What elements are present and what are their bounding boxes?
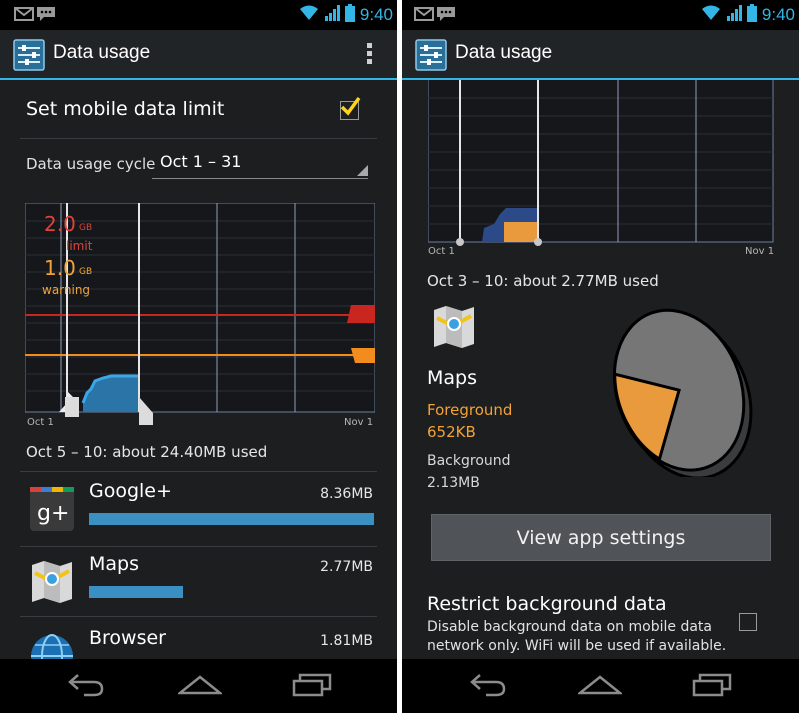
foreground-value: 652KB <box>427 423 476 441</box>
limit-handle[interactable] <box>347 305 375 323</box>
left-content: Set mobile data limit Data usage cycle O… <box>0 80 397 659</box>
range-start-handle[interactable] <box>456 238 464 246</box>
signal-icon <box>726 5 742 25</box>
status-bar: 9:40 <box>0 0 397 30</box>
app-row-browser[interactable]: Browser 1.81MB <box>0 621 397 659</box>
chart-x-end: Nov 1 <box>344 417 374 428</box>
checkmark-icon <box>340 96 361 116</box>
recent-apps-button-icon[interactable] <box>692 671 734 697</box>
browser-globe-icon <box>31 634 73 659</box>
app-row-google-plus[interactable]: g+ Google+ 8.36MB <box>0 474 397 546</box>
usage-chart[interactable] <box>428 80 774 265</box>
wifi-icon <box>299 5 319 25</box>
gmail-icon <box>14 6 34 26</box>
gmail-icon <box>414 6 434 26</box>
left-screen: 9:40 Data usage Set mobile data limit Da… <box>0 0 397 713</box>
restrict-background-title: Restrict background data <box>427 593 667 615</box>
battery-icon <box>746 4 757 26</box>
status-icons: 9:40 <box>701 4 795 26</box>
page-title: Data usage <box>455 42 553 63</box>
app-size: 8.36MB <box>320 486 373 502</box>
app-name: Browser <box>89 627 166 649</box>
navigation-bar <box>402 659 799 713</box>
foreground-usage-area <box>504 222 538 242</box>
chart-x-start: Oct 1 <box>428 246 455 257</box>
limit-label: limit <box>66 239 93 253</box>
background-value: 2.13MB <box>427 475 480 491</box>
battery-icon <box>344 4 355 26</box>
warning-handle[interactable] <box>351 348 375 363</box>
overflow-menu-icon[interactable] <box>367 43 373 67</box>
wifi-icon <box>701 5 721 25</box>
usage-pie-chart <box>612 308 753 477</box>
usage-summary: Oct 5 – 10: about 24.40MB used <box>26 443 268 461</box>
warning-label: warning <box>42 283 91 297</box>
signal-icon <box>324 5 340 25</box>
app-size: 2.77MB <box>320 559 373 575</box>
mobile-data-limit-row[interactable]: Set mobile data limit <box>26 96 379 130</box>
home-button-icon[interactable] <box>578 671 622 697</box>
chat-icon <box>436 6 456 26</box>
maps-icon <box>32 561 72 603</box>
warning-unit: GB <box>79 267 93 277</box>
chart-x-end: Nov 1 <box>745 246 775 257</box>
action-bar: Data usage <box>402 30 799 80</box>
action-bar: Data usage <box>0 30 397 80</box>
page-title: Data usage <box>53 42 151 63</box>
app-usage-bar <box>89 586 183 598</box>
range-start-grip[interactable] <box>65 397 79 417</box>
divider <box>20 138 377 139</box>
right-screen: 9:40 Data usage Oct 1 Nov 1 Oct 3 – 10: … <box>402 0 799 713</box>
google-plus-icon: g+ <box>30 487 74 531</box>
home-button-icon[interactable] <box>178 671 222 697</box>
app-name: Maps <box>427 367 477 389</box>
data-usage-settings-icon[interactable] <box>13 39 45 71</box>
app-name: Maps <box>89 553 139 575</box>
chart-frame <box>428 80 774 243</box>
mobile-data-limit-checkbox[interactable] <box>340 96 361 120</box>
app-row-maps[interactable]: Maps 2.77MB <box>0 547 397 619</box>
back-button-icon[interactable] <box>66 671 106 697</box>
back-button-icon[interactable] <box>468 671 508 697</box>
usage-cycle-value: Oct 1 – 31 <box>160 152 242 171</box>
app-usage-bar <box>89 513 374 525</box>
range-end-handle[interactable] <box>534 238 542 246</box>
status-bar: 9:40 <box>402 0 799 30</box>
right-content: Oct 1 Nov 1 Oct 3 – 10: about 2.77MB use… <box>402 80 799 659</box>
app-size: 1.81MB <box>320 633 373 649</box>
dropdown-triangle-icon <box>357 165 368 176</box>
app-name: Google+ <box>89 480 172 502</box>
limit-unit: GB <box>79 223 93 233</box>
restrict-background-checkbox[interactable] <box>739 613 757 631</box>
usage-summary: Oct 3 – 10: about 2.77MB used <box>427 272 659 290</box>
view-app-settings-button[interactable]: View app settings <box>431 514 771 561</box>
background-label: Background <box>427 453 511 469</box>
svg-text:g+: g+ <box>37 501 69 526</box>
usage-chart[interactable] <box>25 203 375 433</box>
foreground-label: Foreground <box>427 401 513 419</box>
mobile-data-limit-label: Set mobile data limit <box>26 98 225 120</box>
warning-value: 1.0 <box>44 256 76 280</box>
usage-cycle-label: Data usage cycle <box>26 155 156 173</box>
maps-icon <box>434 306 474 348</box>
chart-x-start: Oct 1 <box>27 417 54 428</box>
usage-cycle-spinner[interactable]: Oct 1 – 31 <box>152 146 368 179</box>
chart-frame <box>25 203 375 413</box>
navigation-bar <box>0 659 397 713</box>
clock: 9:40 <box>359 5 393 24</box>
status-icons: 9:40 <box>299 4 393 26</box>
data-usage-settings-icon[interactable] <box>415 39 447 71</box>
restrict-background-description: Disable background data on mobile data n… <box>427 619 727 654</box>
divider <box>20 471 377 472</box>
limit-value: 2.0 <box>44 212 76 236</box>
divider <box>20 616 377 617</box>
recent-apps-button-icon[interactable] <box>292 671 334 697</box>
clock: 9:40 <box>761 5 795 24</box>
chat-icon <box>36 6 56 26</box>
